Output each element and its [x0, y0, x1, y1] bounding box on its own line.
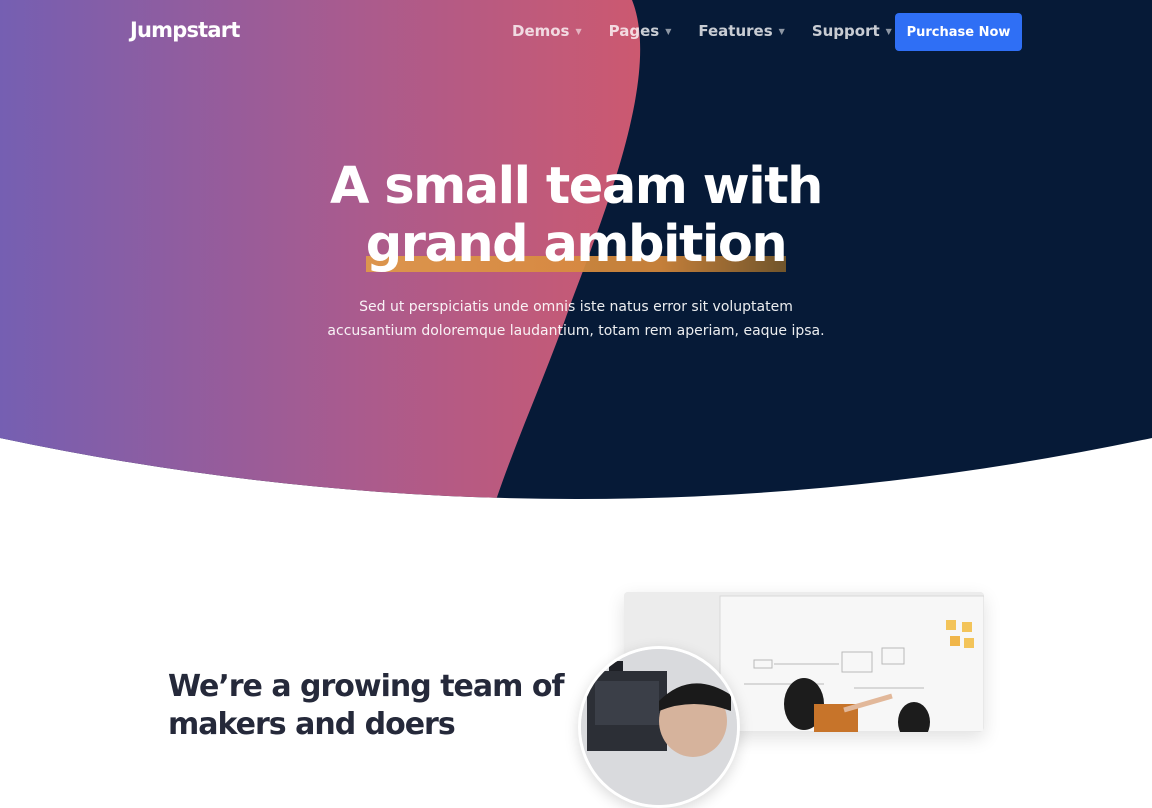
nav-menu: Demos ▼ Pages ▼ Features ▼ Support ▼	[512, 22, 919, 40]
nav-item-pages[interactable]: Pages ▼	[609, 22, 672, 40]
nav-item-demos[interactable]: Demos ▼	[512, 22, 582, 40]
hero-subtitle: Sed ut perspiciatis unde omnis iste natu…	[327, 299, 825, 339]
nav-item-label: Features	[698, 22, 773, 40]
headline-line-2: grand ambition	[365, 215, 788, 274]
team-member-circle-photo	[578, 646, 740, 808]
nav-item-support[interactable]: Support ▼	[812, 22, 892, 40]
headline-line-2-text: grand ambition	[365, 215, 788, 274]
caret-down-icon: ▼	[575, 26, 582, 36]
circle-photo-illustration	[581, 649, 737, 805]
top-navigation: Jumpstart Demos ▼ Pages ▼ Features ▼ Sup…	[0, 0, 1152, 64]
nav-item-label: Demos	[512, 22, 570, 40]
nav-item-features[interactable]: Features ▼	[698, 22, 784, 40]
hero-section: Jumpstart Demos ▼ Pages ▼ Features ▼ Sup…	[0, 0, 1152, 500]
about-section-title: We’re a growing team of makers and doers	[168, 669, 565, 742]
nav-item-label: Support	[811, 22, 880, 40]
caret-down-icon: ▼	[778, 26, 785, 36]
purchase-now-button[interactable]: Purchase Now	[895, 13, 1022, 51]
caret-down-icon: ▼	[885, 26, 892, 36]
brand-logo[interactable]: Jumpstart	[130, 18, 240, 42]
hero-headline: A small team with grand ambition	[0, 158, 1152, 274]
caret-down-icon: ▼	[665, 26, 672, 36]
nav-item-label: Pages	[608, 22, 660, 40]
headline-line-1: A small team with	[330, 157, 823, 216]
